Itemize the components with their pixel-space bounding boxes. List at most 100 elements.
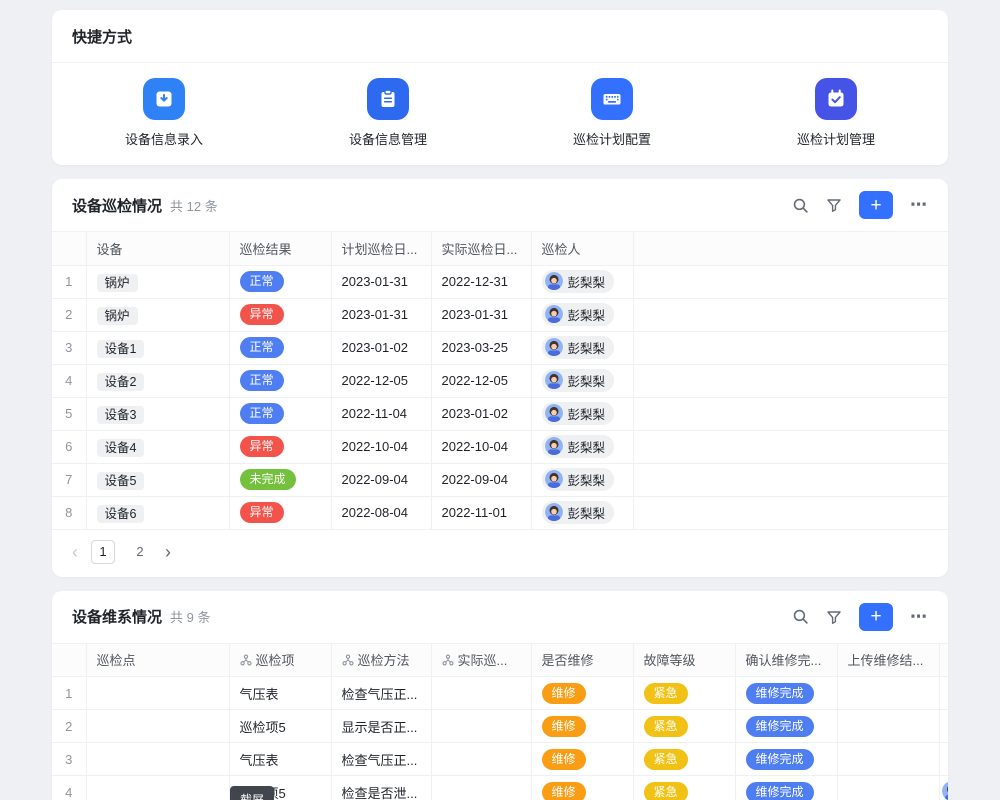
column-header-cut[interactable]: 维 xyxy=(939,644,948,677)
table-row[interactable]: 8 设备6 异常 2022-08-04 2022-11-01 彭梨梨 xyxy=(52,496,948,529)
planned-date-cell[interactable]: 2023-01-31 xyxy=(331,265,431,298)
planned-date-cell[interactable]: 2023-01-31 xyxy=(331,298,431,331)
result-cell[interactable]: 异常 xyxy=(229,430,331,463)
inspector-cell[interactable]: 彭梨梨 xyxy=(531,364,633,397)
column-header-confirm[interactable]: 确认维修完... xyxy=(735,644,837,677)
device-cell[interactable]: 锅炉 xyxy=(86,265,229,298)
more-actions-button[interactable]: ⋯ xyxy=(910,195,928,215)
item-cell[interactable]: 气压表 xyxy=(229,743,331,776)
confirm-cell[interactable]: 维修完成 xyxy=(735,776,837,800)
result-cell[interactable]: 未完成 xyxy=(229,463,331,496)
confirm-cell[interactable]: 维修完成 xyxy=(735,677,837,710)
planned-date-cell[interactable]: 2022-10-04 xyxy=(331,430,431,463)
cut-cell[interactable] xyxy=(939,677,948,710)
result-cell[interactable]: 异常 xyxy=(229,496,331,529)
filter-icon[interactable] xyxy=(826,609,842,625)
shortcut-plan-manage[interactable]: 巡检计划管理 xyxy=(724,78,948,148)
column-header-level[interactable]: 故障等级 xyxy=(633,644,735,677)
column-header-method[interactable]: 巡检方法 xyxy=(331,644,431,677)
item-cell[interactable]: 气压表 xyxy=(229,677,331,710)
actual-date-cell[interactable]: 2022-09-04 xyxy=(431,463,531,496)
search-icon[interactable] xyxy=(792,608,809,625)
planned-date-cell[interactable]: 2022-09-04 xyxy=(331,463,431,496)
result-cell[interactable]: 正常 xyxy=(229,331,331,364)
table-row[interactable]: 3 气压表 检查气压正... 维修 紧急 维修完成 xyxy=(52,743,948,776)
repair-cell[interactable]: 维修 xyxy=(531,710,633,743)
inspector-cell[interactable]: 彭梨梨 xyxy=(531,463,633,496)
inspector-cell[interactable]: 彭梨梨 xyxy=(531,496,633,529)
device-cell[interactable]: 设备5 xyxy=(86,463,229,496)
actual-date-cell[interactable]: 2022-12-05 xyxy=(431,364,531,397)
point-cell[interactable] xyxy=(86,776,229,800)
device-cell[interactable]: 设备4 xyxy=(86,430,229,463)
table-row[interactable]: 7 设备5 未完成 2022-09-04 2022-09-04 彭梨梨 xyxy=(52,463,948,496)
table-row[interactable]: 2 巡检项5 显示是否正... 维修 紧急 维修完成 xyxy=(52,710,948,743)
table-row[interactable]: 3 设备1 正常 2023-01-02 2023-03-25 彭梨梨 xyxy=(52,331,948,364)
table-row[interactable]: 1 气压表 检查气压正... 维修 紧急 维修完成 xyxy=(52,677,948,710)
more-actions-button[interactable]: ⋯ xyxy=(910,607,928,627)
page-button-1[interactable]: 1 xyxy=(91,540,115,564)
device-cell[interactable]: 设备1 xyxy=(86,331,229,364)
column-header-actual-date[interactable]: 实际巡检日... xyxy=(431,232,531,265)
table-row[interactable]: 1 锅炉 正常 2023-01-31 2022-12-31 彭梨梨 xyxy=(52,265,948,298)
method-cell[interactable]: 显示是否正... xyxy=(331,710,431,743)
table-row[interactable]: 2 锅炉 异常 2023-01-31 2023-01-31 彭梨梨 xyxy=(52,298,948,331)
repair-cell[interactable]: 维修 xyxy=(531,677,633,710)
column-header-repair[interactable]: 是否维修 xyxy=(531,644,633,677)
upload-cell[interactable] xyxy=(837,710,939,743)
shortcut-plan-config[interactable]: 巡检计划配置 xyxy=(500,78,724,148)
column-header-actual[interactable]: 实际巡... xyxy=(431,644,531,677)
confirm-cell[interactable]: 维修完成 xyxy=(735,710,837,743)
cut-cell[interactable] xyxy=(939,743,948,776)
actual-date-cell[interactable]: 2023-01-31 xyxy=(431,298,531,331)
result-cell[interactable]: 正常 xyxy=(229,397,331,430)
method-cell[interactable]: 检查气压正... xyxy=(331,677,431,710)
result-cell[interactable]: 正常 xyxy=(229,265,331,298)
inspector-cell[interactable]: 彭梨梨 xyxy=(531,331,633,364)
add-record-button[interactable]: + xyxy=(859,191,893,219)
level-cell[interactable]: 紧急 xyxy=(633,710,735,743)
point-cell[interactable] xyxy=(86,677,229,710)
inspector-cell[interactable]: 彭梨梨 xyxy=(531,430,633,463)
level-cell[interactable]: 紧急 xyxy=(633,743,735,776)
device-cell[interactable]: 设备3 xyxy=(86,397,229,430)
actual-date-cell[interactable]: 2022-10-04 xyxy=(431,430,531,463)
planned-date-cell[interactable]: 2023-01-02 xyxy=(331,331,431,364)
device-cell[interactable]: 设备6 xyxy=(86,496,229,529)
actual-cell[interactable] xyxy=(431,677,531,710)
cut-cell[interactable] xyxy=(939,710,948,743)
device-cell[interactable]: 设备2 xyxy=(86,364,229,397)
actual-date-cell[interactable]: 2022-11-01 xyxy=(431,496,531,529)
method-cell[interactable]: 检查是否泄... xyxy=(331,776,431,800)
actual-date-cell[interactable]: 2023-03-25 xyxy=(431,331,531,364)
column-header-inspector[interactable]: 巡检人 xyxy=(531,232,633,265)
filter-icon[interactable] xyxy=(826,197,842,213)
confirm-cell[interactable]: 维修完成 xyxy=(735,743,837,776)
table-row[interactable]: 4 巡检项5 检查是否泄... 维修 紧急 维修完成 xyxy=(52,776,948,800)
column-header-item[interactable]: 巡检项 xyxy=(229,644,331,677)
shortcut-device-entry[interactable]: 设备信息录入 xyxy=(52,78,276,148)
inspector-cell[interactable]: 彭梨梨 xyxy=(531,265,633,298)
actual-date-cell[interactable]: 2022-12-31 xyxy=(431,265,531,298)
point-cell[interactable] xyxy=(86,710,229,743)
inspector-cell[interactable]: 彭梨梨 xyxy=(531,397,633,430)
repair-cell[interactable]: 维修 xyxy=(531,776,633,800)
column-header-point[interactable]: 巡检点 xyxy=(86,644,229,677)
column-header-device[interactable]: 设备 xyxy=(86,232,229,265)
search-icon[interactable] xyxy=(792,197,809,214)
actual-cell[interactable] xyxy=(431,710,531,743)
device-cell[interactable]: 锅炉 xyxy=(86,298,229,331)
item-cell[interactable]: 巡检项5 xyxy=(229,710,331,743)
result-cell[interactable]: 正常 xyxy=(229,364,331,397)
planned-date-cell[interactable]: 2022-08-04 xyxy=(331,496,431,529)
column-header-planned-date[interactable]: 计划巡检日... xyxy=(331,232,431,265)
table-row[interactable]: 4 设备2 正常 2022-12-05 2022-12-05 彭梨梨 xyxy=(52,364,948,397)
next-page-icon[interactable]: › xyxy=(165,543,171,561)
table-row[interactable]: 5 设备3 正常 2022-11-04 2023-01-02 彭梨梨 xyxy=(52,397,948,430)
upload-cell[interactable] xyxy=(837,776,939,800)
add-record-button[interactable]: + xyxy=(859,603,893,631)
page-button-2[interactable]: 2 xyxy=(128,540,152,564)
planned-date-cell[interactable]: 2022-12-05 xyxy=(331,364,431,397)
point-cell[interactable] xyxy=(86,743,229,776)
column-header-upload[interactable]: 上传维修结... xyxy=(837,644,939,677)
